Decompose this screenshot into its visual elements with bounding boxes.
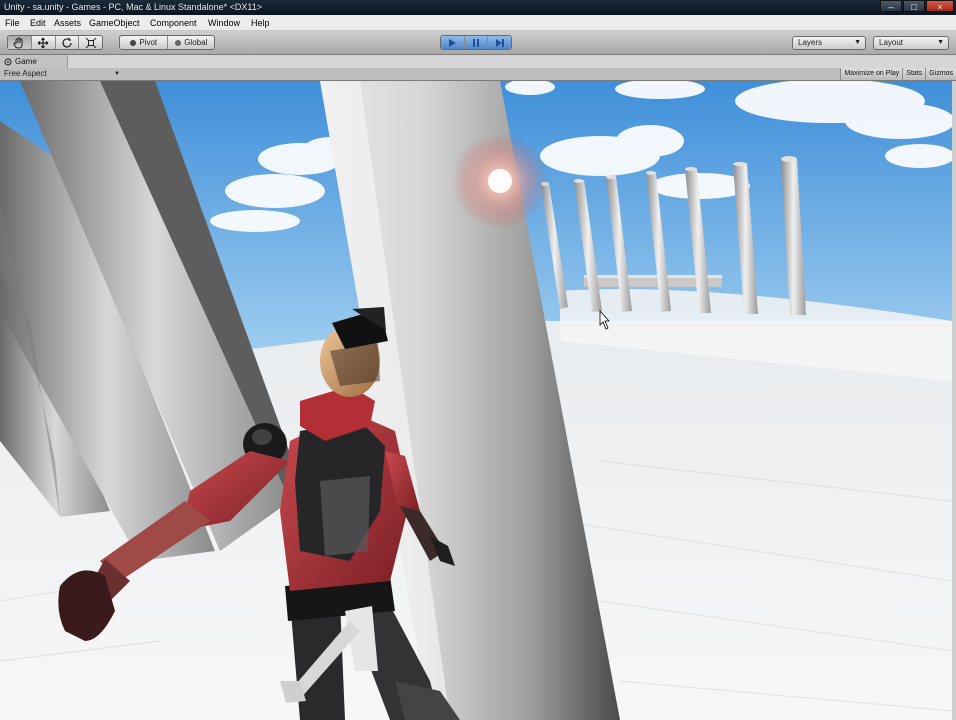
close-button[interactable]: × bbox=[926, 0, 954, 12]
playback-controls bbox=[440, 35, 512, 50]
minimize-button[interactable]: – bbox=[880, 0, 902, 12]
play-button[interactable] bbox=[441, 36, 465, 49]
game-view-toolbar: Free Aspect ▼ Maximize on Play Stats Giz… bbox=[0, 68, 956, 81]
game-scene bbox=[0, 81, 952, 720]
rotate-icon bbox=[62, 37, 72, 48]
game-view-icon bbox=[4, 57, 12, 66]
window-controls: – □ × bbox=[879, 0, 954, 13]
layers-label: Layers bbox=[798, 38, 823, 47]
play-icon bbox=[449, 38, 457, 47]
gizmos-button[interactable]: Gizmos bbox=[925, 68, 956, 80]
menu-help[interactable]: Help bbox=[251, 18, 270, 28]
pivot-label: Pivot bbox=[139, 38, 158, 47]
step-icon bbox=[495, 38, 504, 47]
game-view-options: Maximize on Play Stats Gizmos bbox=[840, 68, 956, 80]
pivot-icon bbox=[130, 39, 137, 46]
game-viewport[interactable] bbox=[0, 81, 952, 720]
layers-chevron-down-icon: ▼ bbox=[854, 39, 861, 46]
tab-game-label: Game bbox=[15, 57, 37, 66]
global-label: Global bbox=[184, 38, 208, 47]
move-icon bbox=[37, 37, 49, 48]
maximize-button[interactable]: □ bbox=[903, 0, 925, 12]
tab-game[interactable]: Game bbox=[0, 55, 68, 68]
step-button[interactable] bbox=[488, 36, 511, 49]
menu-gameobject[interactable]: GameObject bbox=[89, 18, 140, 28]
window-title-bar: Unity - sa.unity - Games - PC, Mac & Lin… bbox=[0, 0, 956, 15]
menu-bar: File Edit Assets GameObject Component Wi… bbox=[0, 15, 956, 31]
pause-icon bbox=[473, 38, 479, 47]
aspect-dropdown[interactable]: Free Aspect ▼ bbox=[4, 68, 122, 80]
aspect-label: Free Aspect bbox=[4, 69, 47, 78]
layers-dropdown[interactable]: Layers ▼ bbox=[792, 36, 866, 50]
scale-tool-button[interactable] bbox=[79, 36, 102, 49]
menu-component[interactable]: Component bbox=[150, 18, 197, 28]
pivot-button[interactable]: Pivot bbox=[120, 36, 168, 49]
hand-tool-button[interactable] bbox=[8, 36, 32, 49]
layout-dropdown[interactable]: Layout ▼ bbox=[873, 36, 949, 50]
pivot-global-toggle: Pivot Global bbox=[119, 35, 215, 50]
menu-window[interactable]: Window bbox=[208, 18, 240, 28]
layout-label: Layout bbox=[879, 38, 904, 47]
menu-edit[interactable]: Edit bbox=[30, 18, 46, 28]
window-title: Unity - sa.unity - Games - PC, Mac & Lin… bbox=[4, 2, 262, 12]
hand-icon bbox=[13, 37, 23, 48]
stats-button[interactable]: Stats bbox=[902, 68, 926, 80]
transform-tools bbox=[7, 35, 103, 50]
layout-chevron-down-icon: ▼ bbox=[937, 39, 944, 46]
aspect-chevron-down-icon: ▼ bbox=[114, 71, 120, 77]
menu-assets[interactable]: Assets bbox=[54, 18, 81, 28]
viewport-edge bbox=[952, 81, 956, 720]
global-icon bbox=[175, 39, 182, 46]
menu-file[interactable]: File bbox=[5, 18, 20, 28]
maximize-on-play-button[interactable]: Maximize on Play bbox=[840, 68, 903, 80]
game-tab-strip: Game bbox=[0, 55, 956, 68]
scale-icon bbox=[85, 37, 96, 48]
main-toolbar: Pivot Global Layers ▼ Layout ▼ bbox=[0, 31, 956, 55]
rotate-tool-button[interactable] bbox=[56, 36, 80, 49]
move-tool-button[interactable] bbox=[32, 36, 56, 49]
pause-button[interactable] bbox=[464, 36, 489, 49]
global-button[interactable]: Global bbox=[168, 36, 215, 49]
